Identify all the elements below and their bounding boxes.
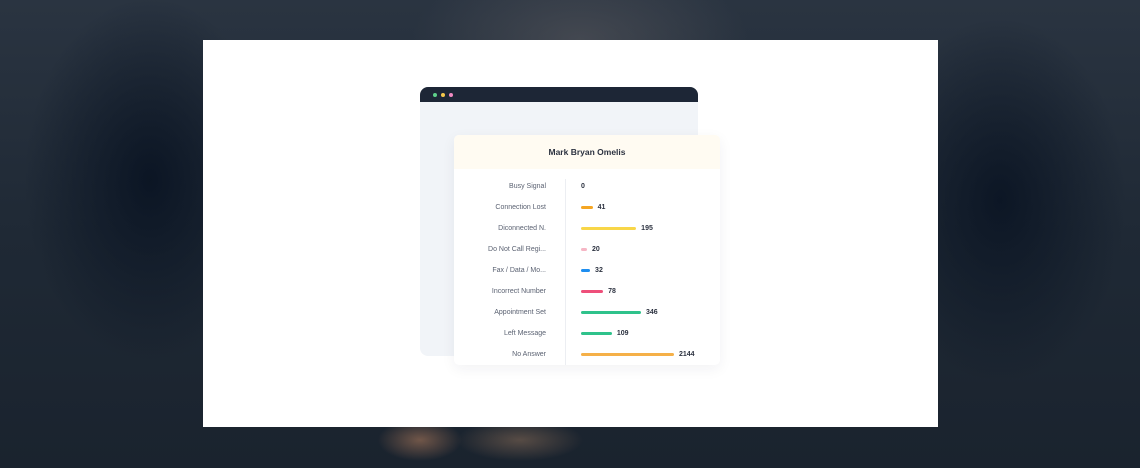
value-label: 78: [608, 288, 616, 295]
agent-name: Mark Bryan Omelis: [548, 147, 626, 157]
chart-row: Left Message 109: [454, 330, 720, 351]
chart-row: Incorrect Number 78: [454, 288, 720, 309]
value-label: 2144: [679, 351, 695, 358]
bar: [581, 353, 674, 356]
category-label: Appointment Set: [494, 309, 546, 316]
value-label: 41: [597, 204, 606, 211]
category-label: Busy Signal: [509, 183, 546, 190]
bar: [581, 269, 591, 272]
value-label: 346: [646, 309, 658, 316]
category-label: No Answer: [512, 351, 546, 358]
value-label: 195: [641, 225, 653, 232]
value-label: 20: [592, 246, 600, 253]
bar: [581, 227, 637, 230]
value-label: 0: [581, 183, 585, 190]
chart-row: Connection Lost 41: [454, 204, 720, 225]
chart-row: Busy Signal 0: [454, 183, 720, 204]
chart-row: Appointment Set 346: [454, 309, 720, 330]
bar: [581, 290, 604, 293]
bar: [581, 206, 593, 209]
content-card: Mark Bryan Omelis Busy Signal 0 Connection…: [203, 40, 938, 427]
chart-row: Fax / Data / Mo... 32: [454, 267, 720, 288]
chart-row: Diconnected N. 195: [454, 225, 720, 246]
window-dot-yellow: [441, 92, 445, 97]
category-label: Diconnected N.: [498, 225, 546, 232]
call-results-panel: Mark Bryan Omelis Busy Signal 0 Connection…: [454, 135, 720, 365]
category-label: Fax / Data / Mo...: [492, 267, 546, 274]
category-label: Incorrect Number: [491, 288, 546, 295]
chart-row: Do Not Call Regi... 20: [454, 246, 720, 267]
category-label: Do Not Call Regi...: [488, 246, 546, 253]
panel-header: Mark Bryan Omelis: [454, 135, 720, 169]
value-label: 32: [595, 267, 603, 274]
bar: [581, 248, 587, 251]
window-dot-pink: [449, 92, 453, 97]
bar: [581, 311, 641, 314]
bar-chart: Busy Signal 0 Connection Lost 41 Diconnected…: [454, 179, 720, 365]
bar: [581, 332, 612, 335]
chart-row: No Answer 2144: [454, 351, 720, 365]
window-dot-green: [433, 92, 437, 97]
category-label: Left Message: [503, 330, 546, 337]
window-titlebar: [420, 87, 698, 102]
value-label: 109: [616, 330, 629, 337]
category-label: Connection Lost: [495, 204, 546, 211]
